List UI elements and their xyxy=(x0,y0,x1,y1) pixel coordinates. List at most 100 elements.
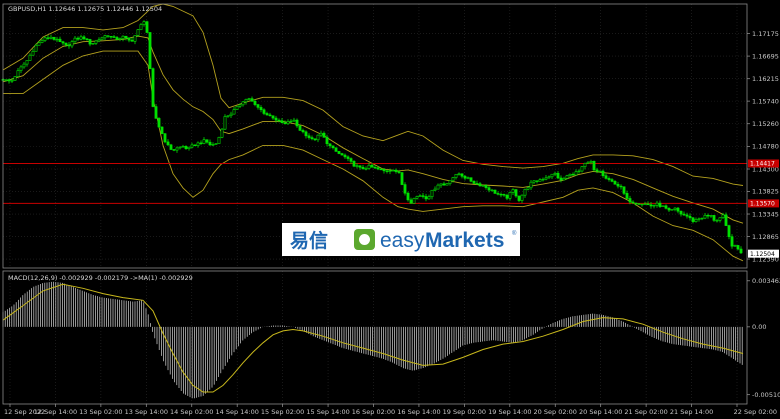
candle-bull xyxy=(643,203,647,205)
candle-bear xyxy=(397,171,401,173)
candle-bear xyxy=(613,181,617,185)
candle-bear xyxy=(76,37,80,40)
candle-bear xyxy=(604,175,608,179)
candle-bear xyxy=(463,175,467,179)
candle-bull xyxy=(544,177,548,180)
candle-bull xyxy=(586,161,590,164)
candle-bear xyxy=(274,117,278,121)
candle-bear xyxy=(682,213,686,216)
candle-bull xyxy=(100,37,104,41)
candle-bear xyxy=(382,169,386,172)
candle-bull xyxy=(175,147,179,151)
candle-bear xyxy=(115,37,119,40)
candle-bull xyxy=(238,104,242,107)
candle-bear xyxy=(691,217,695,222)
candle-bull xyxy=(427,196,431,200)
candle-bull xyxy=(226,115,230,117)
time-axis-label: 12 Sep 14:00 xyxy=(34,408,77,416)
symbol-header: GBPUSD,H1 1.12646 1.12675 1.12446 1.1250… xyxy=(8,5,162,13)
candle-bull xyxy=(247,98,251,100)
candle-bull xyxy=(196,142,200,146)
candle-bull xyxy=(589,161,593,163)
candle-bear xyxy=(679,210,683,215)
price-axis-label: 1.15260 xyxy=(752,120,779,128)
candle-bull xyxy=(31,51,35,56)
broker-logo: 易信 easy Markets ® xyxy=(282,223,520,256)
candle-bear xyxy=(106,35,110,37)
horizontal-levels[interactable] xyxy=(3,162,747,204)
candle-bear xyxy=(157,118,161,128)
price-axis-label: 1.14780 xyxy=(752,143,779,151)
candle-bull xyxy=(19,66,23,71)
candle-bull xyxy=(103,35,107,39)
candle-bear xyxy=(625,193,629,199)
candle-bear xyxy=(331,145,335,149)
candle-bull xyxy=(703,214,707,219)
candle-bear xyxy=(676,207,680,212)
candle-bull xyxy=(22,63,26,68)
time-axis-label: 13 Sep 02:00 xyxy=(79,408,122,416)
candle-bear xyxy=(208,141,212,146)
candle-bear xyxy=(469,177,473,182)
candle-bull xyxy=(217,136,221,144)
time-axis-label: 16 Sep 14:00 xyxy=(397,408,440,416)
candle-bull xyxy=(202,139,206,144)
candle-bear xyxy=(358,165,362,168)
candle-bear xyxy=(82,36,86,40)
candle-bull xyxy=(721,214,725,218)
candle-bear xyxy=(199,142,203,145)
candle-bull xyxy=(457,173,461,175)
candle-bear xyxy=(610,179,614,182)
candle-bear xyxy=(298,125,302,131)
candle-bull xyxy=(211,144,215,146)
candle-bear xyxy=(253,101,257,105)
candle-bear xyxy=(304,131,308,137)
candle-bear xyxy=(346,156,350,159)
candle-bull xyxy=(553,172,557,175)
candle-bear xyxy=(601,170,605,176)
candle-bear xyxy=(739,248,743,254)
candle-bull xyxy=(139,24,143,30)
candle-bear xyxy=(379,168,383,171)
candle-bear xyxy=(619,185,623,188)
candle-bull xyxy=(43,37,47,41)
macd-axis-label: -0.005100 xyxy=(752,391,780,399)
logo-markets-text: Markets xyxy=(425,229,504,252)
candle-bear xyxy=(394,169,398,172)
candle-bull xyxy=(700,217,704,220)
candle-bull xyxy=(532,180,536,183)
price-axis-label: 1.13345 xyxy=(752,210,779,218)
price-chart[interactable]: 1.17175 1.16695 1.16215 1.15740 1.15260 1.147… xyxy=(0,0,780,419)
time-axis-label: 15 Sep 02:00 xyxy=(261,408,304,416)
candle-bear xyxy=(301,130,305,133)
candle-bear xyxy=(424,196,428,200)
candle-bear xyxy=(46,37,50,39)
candle-bull xyxy=(574,171,578,176)
candle-bear xyxy=(325,137,329,145)
candle-bear xyxy=(514,189,518,197)
candle-bull xyxy=(577,170,581,173)
candle-bull xyxy=(733,245,737,247)
candle-bull xyxy=(412,198,416,204)
candle-bull xyxy=(565,175,569,179)
candle-bull xyxy=(187,146,191,149)
macd-signal-line xyxy=(2,283,744,393)
candle-bear xyxy=(688,215,692,219)
candle-bull xyxy=(640,203,644,206)
candle-bear xyxy=(706,214,710,217)
candle-bull xyxy=(364,168,368,170)
candle-bear xyxy=(166,141,170,146)
candle-bear xyxy=(148,32,152,69)
candle-bull xyxy=(661,205,665,207)
candle-bear xyxy=(667,208,671,211)
candle-bull xyxy=(454,173,458,178)
candle-bull xyxy=(448,180,452,184)
bollinger-middle-line xyxy=(2,35,744,224)
candle-bull xyxy=(481,185,485,187)
candle-bull xyxy=(550,173,554,178)
candle-bull xyxy=(433,188,437,191)
candle-bear xyxy=(634,202,638,205)
candle-bull xyxy=(13,76,17,81)
candle-bull xyxy=(244,99,248,103)
candle-bull xyxy=(355,165,359,167)
